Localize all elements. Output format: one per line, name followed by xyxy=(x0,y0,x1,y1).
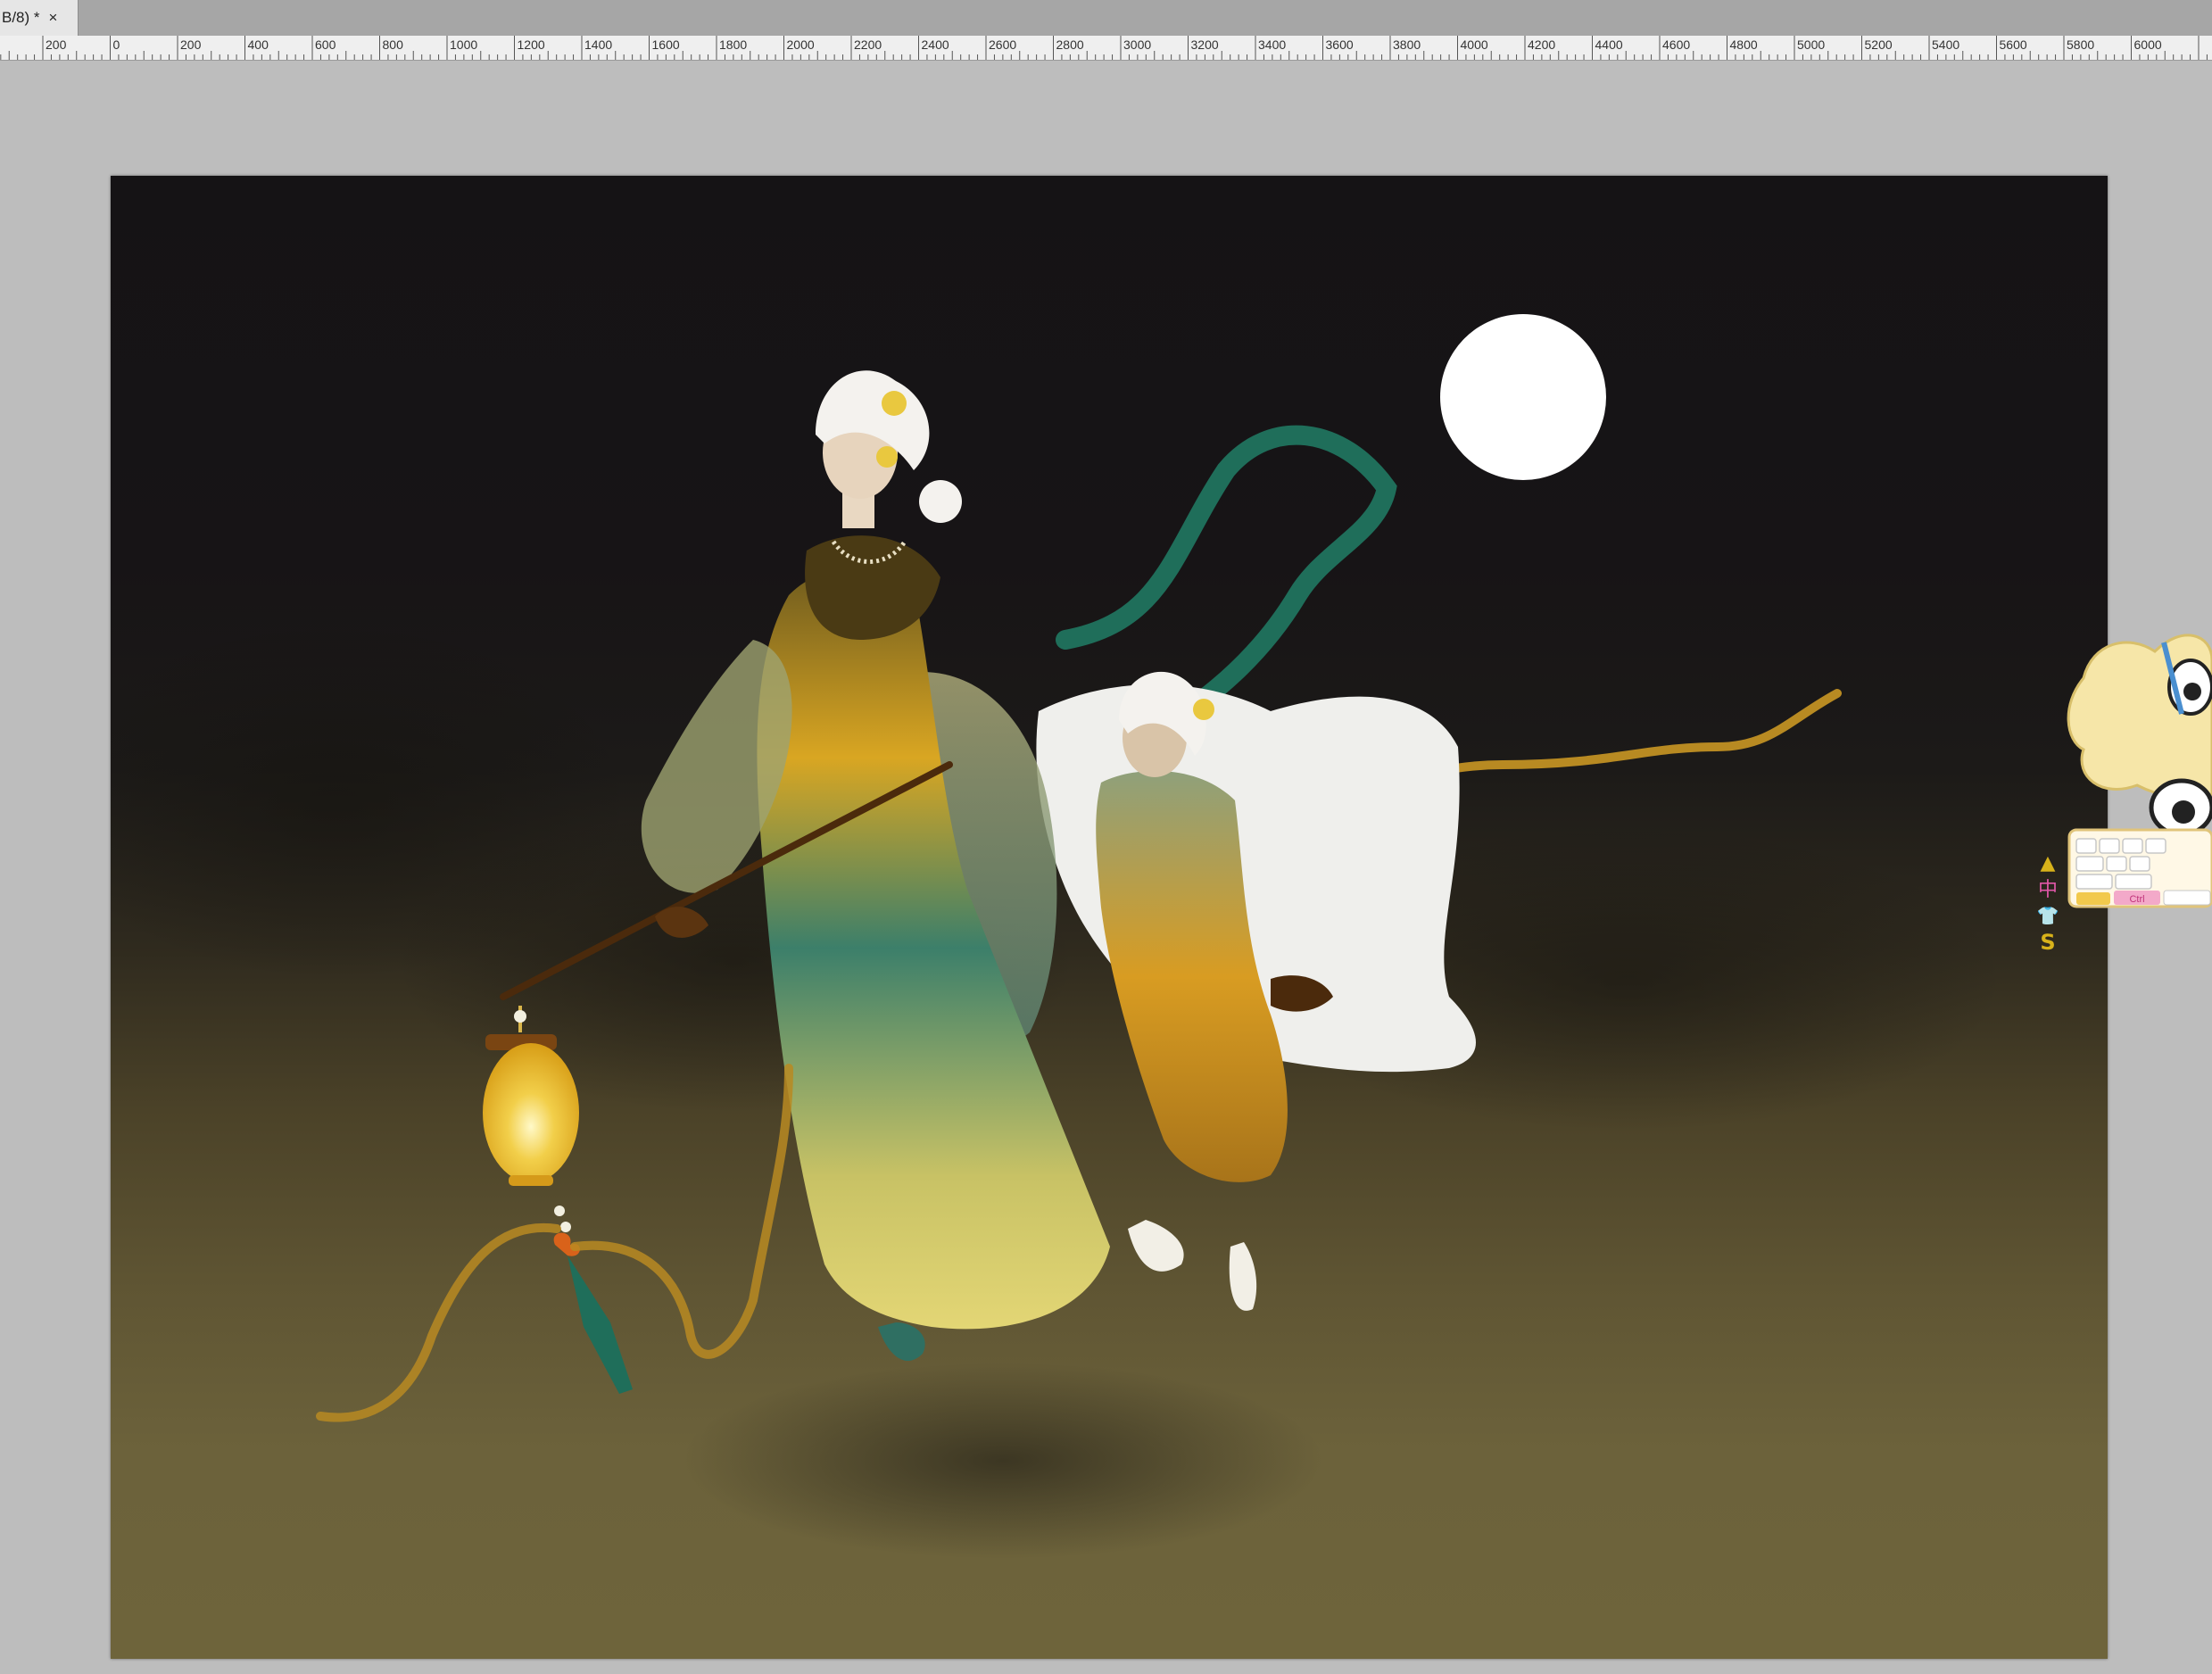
lantern-bead xyxy=(554,1206,565,1216)
ruler-label: 1600 xyxy=(652,37,680,52)
ruler-label: 200 xyxy=(180,37,202,52)
woman-shoe xyxy=(878,1322,925,1362)
child-hair-flower xyxy=(1193,699,1214,720)
mini-key xyxy=(2122,838,2143,854)
mini-key xyxy=(2075,838,2097,854)
mini-key xyxy=(2075,856,2104,872)
ruler-label: 3000 xyxy=(1123,37,1151,52)
drawing-canvas[interactable] xyxy=(111,176,2108,1659)
ruler-label: 200 xyxy=(46,37,67,52)
lantern-base xyxy=(509,1175,553,1186)
horizontal-ruler[interactable]: 200 0 200 400 600 800 1000 1200 1400 1600 1800 2000… xyxy=(0,36,2212,61)
s-icon[interactable]: S xyxy=(2040,930,2055,955)
woman-hair-flower xyxy=(876,446,898,468)
ruler-label: 3800 xyxy=(1393,37,1421,52)
ruler-label: 5200 xyxy=(1865,37,1893,52)
lantern-tassel xyxy=(567,1256,633,1394)
mini-key-yellow xyxy=(2076,892,2110,905)
child-foot xyxy=(1229,1242,1257,1311)
ruler-label: 2800 xyxy=(1056,37,1084,52)
ruler-label: 4200 xyxy=(1528,37,1555,52)
gold-ribbon xyxy=(316,1222,561,1422)
moon xyxy=(1440,314,1606,480)
ruler-label: 3200 xyxy=(1191,37,1219,52)
mini-key xyxy=(2075,874,2113,890)
ruler-label: 1000 xyxy=(450,37,477,52)
ctrl-key-label: Ctrl xyxy=(2129,894,2144,905)
ruler-label: 2200 xyxy=(854,37,882,52)
chinese-mode-icon[interactable]: 中 xyxy=(2038,879,2058,901)
mist-patch xyxy=(682,1363,1324,1559)
ruler-label: 2600 xyxy=(989,37,1016,52)
ruler-label: 1800 xyxy=(719,37,747,52)
mascot-pupil xyxy=(2172,800,2195,824)
ruler-label: 0 xyxy=(113,37,120,52)
ruler-label: 4000 xyxy=(1461,37,1488,52)
ruler-label: 1200 xyxy=(518,37,545,52)
ruler-label: 2000 xyxy=(787,37,815,52)
ruler-label: 5600 xyxy=(2000,37,2027,52)
mini-key xyxy=(2106,856,2127,872)
ruler-label: 400 xyxy=(248,37,269,52)
lantern xyxy=(483,1043,579,1182)
artwork xyxy=(111,314,2002,1559)
ruler-label: 4600 xyxy=(1662,37,1690,52)
ruler-label: 600 xyxy=(315,37,336,52)
mini-key xyxy=(2115,874,2152,890)
mascot-pupil xyxy=(2183,683,2201,700)
mini-key xyxy=(2129,856,2150,872)
arrow-up-icon[interactable]: ▲ xyxy=(2041,852,2056,874)
document-tab-label: B/8) * xyxy=(2,9,40,26)
mini-key xyxy=(2163,890,2211,906)
ruler-label: 4400 xyxy=(1595,37,1623,52)
close-icon[interactable]: × xyxy=(49,9,58,27)
woman-hair-flower xyxy=(882,391,907,416)
shirt-icon[interactable]: 👕 xyxy=(2037,905,2059,926)
mini-key xyxy=(2099,838,2120,854)
ruler-label: 1400 xyxy=(584,37,612,52)
ruler-label: 800 xyxy=(383,37,404,52)
lantern-bead xyxy=(514,1010,526,1023)
ruler-label: 3600 xyxy=(1326,37,1354,52)
ruler-label: 6000 xyxy=(2134,37,2162,52)
document-tab-bar: B/8) * × xyxy=(0,0,2212,36)
mini-key xyxy=(2145,838,2166,854)
teal-ribbon xyxy=(1056,425,1397,712)
ruler-label: 5800 xyxy=(2067,37,2094,52)
ruler-label: 4800 xyxy=(1730,37,1758,52)
child-foot xyxy=(1128,1220,1184,1272)
woman-hair-bun xyxy=(919,480,962,523)
document-tab[interactable]: B/8) * × xyxy=(0,0,79,36)
ruler-label: 3400 xyxy=(1258,37,1286,52)
lantern-bead xyxy=(560,1222,571,1232)
ruler-label: 5400 xyxy=(1932,37,1959,52)
ruler-label: 2400 xyxy=(922,37,949,52)
ruler-label: 5000 xyxy=(1797,37,1825,52)
ime-toolbar[interactable]: Ctrl ▲ 中 👕 S xyxy=(2030,607,2212,964)
